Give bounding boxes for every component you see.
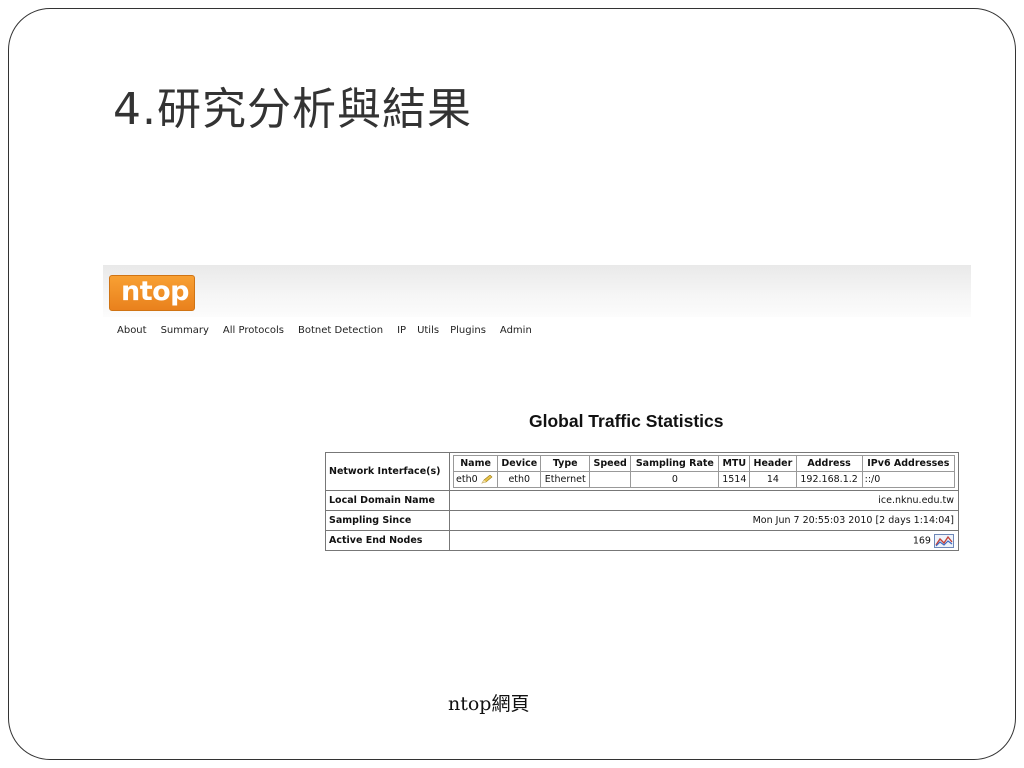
nav-about[interactable]: About xyxy=(117,325,147,341)
table-row: Sampling Since Mon Jun 7 20:55:03 2010 [… xyxy=(325,510,959,531)
col-speed: Speed xyxy=(589,455,632,472)
col-sampling-rate: Sampling Rate xyxy=(630,455,720,472)
iface-name-cell: eth0 xyxy=(452,471,499,488)
chart-icon[interactable] xyxy=(934,533,954,548)
table-row: Active End Nodes 169 xyxy=(325,530,959,551)
ntop-logo[interactable]: ntop xyxy=(109,275,195,311)
stats-title: Global Traffic Statistics xyxy=(529,411,724,431)
global-stats-table: Network Interface(s) Name Device Type Sp… xyxy=(325,452,959,551)
slide-title: 4.研究分析與結果 xyxy=(113,84,472,135)
local-domain-label: Local Domain Name xyxy=(325,490,450,511)
col-name: Name xyxy=(452,455,499,472)
nav-botnet-detection[interactable]: Botnet Detection xyxy=(298,325,383,341)
iface-sampling-rate: 0 xyxy=(630,471,720,488)
iface-header: 14 xyxy=(749,471,797,488)
col-mtu: MTU xyxy=(718,455,751,472)
col-header: Header xyxy=(749,455,797,472)
network-interfaces-label: Network Interface(s) xyxy=(325,452,450,491)
col-device: Device xyxy=(497,455,542,472)
active-end-nodes-value: 169 xyxy=(912,535,931,546)
iface-device: eth0 xyxy=(497,471,542,488)
col-address: Address xyxy=(795,455,863,472)
iface-address: 192.168.1.2 xyxy=(795,471,863,488)
iface-type: Ethernet xyxy=(540,471,591,488)
col-ipv6: IPv6 Addresses xyxy=(861,455,956,472)
table-row: Network Interface(s) Name Device Type Sp… xyxy=(325,452,959,491)
interface-row: eth0 eth0 Ethernet 0 1514 14 192.168.1.2… xyxy=(452,471,956,488)
table-row: Local Domain Name ice.nknu.edu.tw xyxy=(325,490,959,511)
interfaces-header-row: Name Device Type Speed Sampling Rate MTU… xyxy=(452,455,956,472)
ntop-header: ntop xyxy=(103,265,971,317)
nav-utils[interactable]: Utils xyxy=(417,325,439,341)
sampling-since-value: Mon Jun 7 20:55:03 2010 [2 days 1:14:04] xyxy=(449,510,959,531)
ntop-screenshot: ntop About Summary All Protocols Botnet … xyxy=(103,265,971,575)
iface-name: eth0 xyxy=(456,474,478,485)
interfaces-cell: Name Device Type Speed Sampling Rate MTU… xyxy=(449,452,959,491)
main-nav: About Summary All Protocols Botnet Detec… xyxy=(117,325,546,341)
active-end-nodes-label: Active End Nodes xyxy=(325,530,450,551)
nav-all-protocols[interactable]: All Protocols xyxy=(223,325,284,341)
pencil-icon[interactable] xyxy=(480,475,493,484)
slide-caption: ntop網頁 xyxy=(448,693,530,715)
local-domain-value: ice.nknu.edu.tw xyxy=(449,490,959,511)
col-type: Type xyxy=(540,455,591,472)
sampling-since-label: Sampling Since xyxy=(325,510,450,531)
iface-speed xyxy=(589,471,632,488)
nav-ip[interactable]: IP xyxy=(397,325,406,341)
nav-plugins[interactable]: Plugins xyxy=(450,325,486,341)
interfaces-table: Name Device Type Speed Sampling Rate MTU… xyxy=(452,455,956,488)
active-end-nodes-cell: 169 xyxy=(449,530,959,551)
iface-ipv6: ::/0 xyxy=(861,471,956,488)
nav-summary[interactable]: Summary xyxy=(161,325,209,341)
nav-admin[interactable]: Admin xyxy=(500,325,532,341)
iface-mtu: 1514 xyxy=(718,471,751,488)
